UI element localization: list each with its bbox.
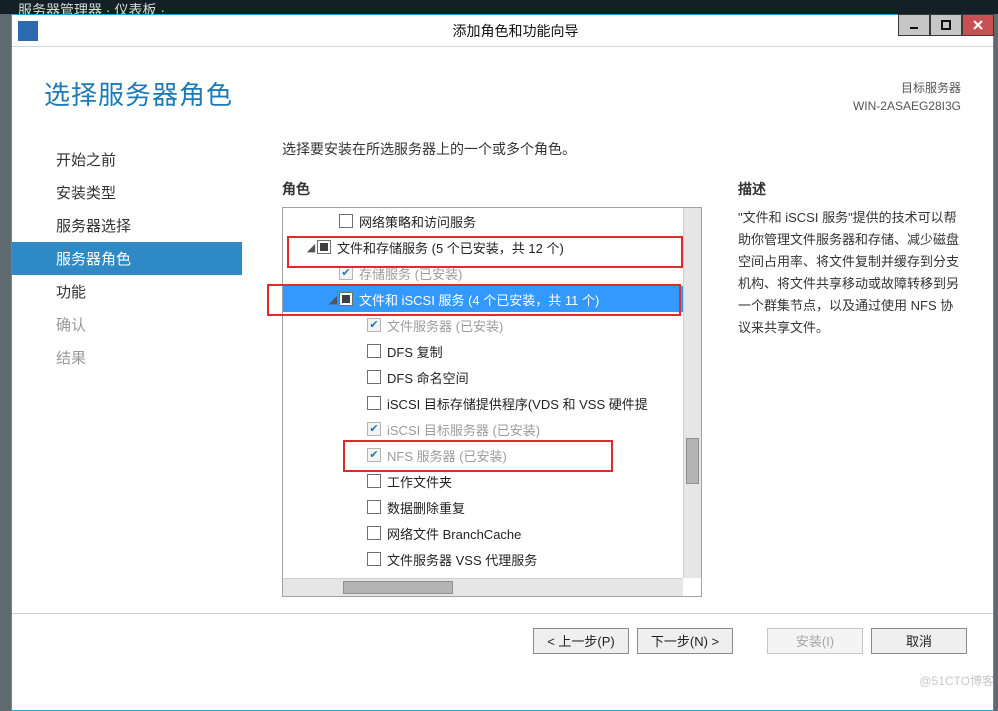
roles-column: 角色 网络策略和访问服务 ◢ 文件和存储服务 (5 个已安装，共 12 个) 存储服务… xyxy=(282,179,702,597)
role-checkbox[interactable] xyxy=(367,552,381,566)
role-checkbox xyxy=(367,318,381,332)
minimize-button[interactable] xyxy=(898,14,930,36)
nav-server-selection[interactable]: 服务器选择 xyxy=(12,209,242,242)
tree-node[interactable]: 存储服务 (已安装) xyxy=(283,260,683,286)
window-title: 添加角色和功能向导 xyxy=(38,21,993,41)
watermark: @51CTO博客 xyxy=(919,672,994,689)
role-checkbox[interactable] xyxy=(367,500,381,514)
maximize-icon xyxy=(941,20,951,30)
footer: < 上一步(P) 下一步(N) > 安装(I) 取消 xyxy=(12,613,993,667)
role-checkbox[interactable] xyxy=(339,214,353,228)
role-label: 网络策略和访问服务 xyxy=(359,212,476,231)
tree-node[interactable]: 文件服务器 VSS 代理服务 xyxy=(283,546,683,572)
tree-node[interactable]: 数据删除重复 xyxy=(283,494,683,520)
expand-caret-icon[interactable]: ◢ xyxy=(305,241,317,254)
role-checkbox[interactable] xyxy=(367,344,381,358)
roles-tree[interactable]: 网络策略和访问服务 ◢ 文件和存储服务 (5 个已安装，共 12 个) 存储服务 (已… xyxy=(283,208,683,578)
maximize-button[interactable] xyxy=(930,14,962,36)
nav-results: 结果 xyxy=(12,341,242,374)
role-checkbox xyxy=(339,266,353,280)
cancel-button[interactable]: 取消 xyxy=(871,628,967,654)
roles-heading: 角色 xyxy=(282,179,702,199)
nav-before-begin[interactable]: 开始之前 xyxy=(12,143,242,176)
nav-server-roles[interactable]: 服务器角色 xyxy=(12,242,242,275)
role-checkbox[interactable] xyxy=(367,396,381,410)
nav-install-type[interactable]: 安装类型 xyxy=(12,176,242,209)
role-label: 文件服务器 (已安装) xyxy=(387,316,503,335)
role-label: DFS 命名空间 xyxy=(387,368,469,387)
role-checkbox[interactable] xyxy=(367,474,381,488)
next-button[interactable]: 下一步(N) > xyxy=(637,628,733,654)
titlebar: 添加角色和功能向导 xyxy=(12,15,993,47)
parent-window-fragment: 服务器管理器 · 仪表板 · xyxy=(0,0,998,14)
description-column: 描述 "文件和 iSCSI 服务"提供的技术可以帮助你管理文件服务器和存储、减少… xyxy=(738,179,965,597)
tree-node[interactable]: 网络策略和访问服务 xyxy=(283,208,683,234)
tree-node[interactable]: DFS 复制 xyxy=(283,338,683,364)
role-label: 工作文件夹 xyxy=(387,472,452,491)
role-label: NFS 服务器 (已安装) xyxy=(387,446,507,465)
target-server-block: 目标服务器 WIN-2ASAEG28I3G xyxy=(853,75,961,115)
target-server-label: 目标服务器 xyxy=(853,79,961,97)
body: 开始之前 安装类型 服务器选择 服务器角色 功能 确认 结果 选择要安装在所选服… xyxy=(12,123,993,613)
role-label: DFS 复制 xyxy=(387,342,443,361)
minimize-icon xyxy=(909,20,919,30)
wizard-nav: 开始之前 安装类型 服务器选择 服务器角色 功能 确认 结果 xyxy=(12,123,242,613)
close-icon xyxy=(973,20,983,30)
role-checkbox[interactable] xyxy=(367,370,381,384)
columns: 角色 网络策略和访问服务 ◢ 文件和存储服务 (5 个已安装，共 12 个) 存储服务… xyxy=(282,179,965,597)
role-checkbox[interactable] xyxy=(317,240,331,254)
role-label: 数据删除重复 xyxy=(387,498,465,517)
role-label: 存储服务 (已安装) xyxy=(359,264,462,283)
back-button[interactable]: < 上一步(P) xyxy=(533,628,629,654)
role-checkbox xyxy=(367,422,381,436)
tree-node[interactable]: DFS 命名空间 xyxy=(283,364,683,390)
role-checkbox[interactable] xyxy=(367,526,381,540)
role-label: iSCSI 目标存储提供程序(VDS 和 VSS 硬件提 xyxy=(387,394,648,413)
role-label: 文件服务器 VSS 代理服务 xyxy=(387,550,537,569)
role-label: iSCSI 目标服务器 (已安装) xyxy=(387,420,540,439)
roles-listbox: 网络策略和访问服务 ◢ 文件和存储服务 (5 个已安装，共 12 个) 存储服务 (已… xyxy=(282,207,702,597)
page-title: 选择服务器角色 xyxy=(44,75,853,112)
horizontal-scrollbar[interactable] xyxy=(283,578,683,596)
app-icon xyxy=(18,21,38,41)
role-label: 文件和 iSCSI 服务 (4 个已安装，共 11 个) xyxy=(359,290,599,309)
target-server-name: WIN-2ASAEG28I3G xyxy=(853,97,961,115)
nav-features[interactable]: 功能 xyxy=(12,275,242,308)
instruction-text: 选择要安装在所选服务器上的一个或多个角色。 xyxy=(282,139,965,159)
role-checkbox xyxy=(367,448,381,462)
main-panel: 选择要安装在所选服务器上的一个或多个角色。 角色 网络策略和访问服务 ◢ 文件和存储… xyxy=(242,123,993,613)
role-label: 网络文件 BranchCache xyxy=(387,524,521,543)
close-button[interactable] xyxy=(962,14,994,36)
tree-node[interactable]: 网络文件 BranchCache xyxy=(283,520,683,546)
tree-node[interactable]: iSCSI 目标存储提供程序(VDS 和 VSS 硬件提 xyxy=(283,390,683,416)
role-label: 文件和存储服务 (5 个已安装，共 12 个) xyxy=(337,238,564,257)
nav-confirm: 确认 xyxy=(12,308,242,341)
page-header: 选择服务器角色 目标服务器 WIN-2ASAEG28I3G xyxy=(12,47,993,123)
description-text: "文件和 iSCSI 服务"提供的技术可以帮助你管理文件服务器和存储、减少磁盘空… xyxy=(738,207,965,340)
window-controls xyxy=(898,14,994,36)
role-checkbox[interactable] xyxy=(339,292,353,306)
vertical-scrollbar[interactable] xyxy=(683,208,701,578)
horizontal-scroll-thumb[interactable] xyxy=(343,581,453,594)
vertical-scroll-thumb[interactable] xyxy=(686,438,699,484)
tree-node[interactable]: 文件服务器 (已安装) xyxy=(283,312,683,338)
wizard-window: 添加角色和功能向导 选择服务器角色 目标服务器 WIN-2ASAEG28I3G … xyxy=(11,14,994,711)
install-button: 安装(I) xyxy=(767,628,863,654)
tree-node[interactable]: ◢ 文件和存储服务 (5 个已安装，共 12 个) xyxy=(283,234,683,260)
tree-node[interactable]: NFS 服务器 (已安装) xyxy=(283,442,683,468)
tree-node[interactable]: 工作文件夹 xyxy=(283,468,683,494)
expand-caret-icon[interactable]: ◢ xyxy=(327,293,339,306)
tree-node[interactable]: iSCSI 目标服务器 (已安装) xyxy=(283,416,683,442)
tree-node[interactable]: ◢ 文件和 iSCSI 服务 (4 个已安装，共 11 个) xyxy=(283,286,683,312)
description-heading: 描述 xyxy=(738,179,965,199)
